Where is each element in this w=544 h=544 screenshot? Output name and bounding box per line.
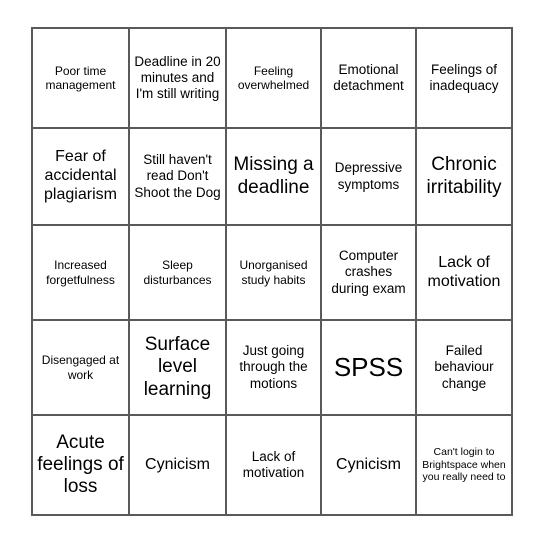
bingo-cell-r5c4[interactable]: Cynicism bbox=[322, 416, 417, 516]
bingo-cell-label: Just going through the motions bbox=[239, 343, 308, 391]
bingo-cell-label: Acute feelings of loss bbox=[37, 431, 124, 498]
bingo-cell-label: Failed behaviour change bbox=[434, 343, 494, 391]
bingo-cell-r3c2[interactable]: Sleep disturbances bbox=[130, 226, 227, 321]
bingo-cell-label: Depressive symptoms bbox=[334, 160, 403, 192]
bingo-cell-label: Disengaged at work bbox=[41, 353, 120, 382]
bingo-cell-r1c2[interactable]: Deadline in 20 minutes and I'm still wri… bbox=[130, 29, 227, 129]
bingo-cell-r4c5[interactable]: Failed behaviour change bbox=[417, 321, 513, 416]
bingo-cell-r5c2[interactable]: Cynicism bbox=[130, 416, 227, 516]
bingo-cell-label: Still haven't read Don't Shoot the Dog bbox=[134, 152, 221, 200]
bingo-cell-label: Computer crashes during exam bbox=[331, 248, 406, 296]
bingo-cell-r4c1[interactable]: Disengaged at work bbox=[33, 321, 130, 416]
bingo-cell-label: SPSS bbox=[333, 351, 404, 382]
bingo-cell-label: Poor time management bbox=[45, 63, 116, 92]
bingo-cell-label: Deadline in 20 minutes and I'm still wri… bbox=[134, 53, 221, 102]
bingo-cell-r4c2[interactable]: Surface level learning bbox=[130, 321, 227, 416]
bingo-cell-r2c5[interactable]: Chronic irritability bbox=[417, 129, 513, 226]
bingo-cell-r1c1[interactable]: Poor time management bbox=[33, 29, 130, 129]
bingo-cell-label: Feelings of inadequacy bbox=[429, 61, 499, 93]
bingo-cell-label: Lack of motivation bbox=[427, 253, 501, 290]
bingo-cell-r4c3[interactable]: Just going through the motions bbox=[227, 321, 322, 416]
bingo-cell-r3c3[interactable]: Unorganised study habits bbox=[227, 226, 322, 321]
bingo-cell-r1c3[interactable]: Feeling overwhelmed bbox=[227, 29, 322, 129]
bingo-cell-label: Sleep disturbances bbox=[143, 258, 212, 287]
bingo-cell-label: Unorganised study habits bbox=[239, 258, 308, 287]
bingo-cell-label: Cynicism bbox=[145, 455, 210, 473]
bingo-cell-r5c5[interactable]: Can't login to Brightspace when you real… bbox=[417, 416, 513, 516]
bingo-cell-label: Increased forgetfulness bbox=[46, 258, 115, 287]
bingo-cell-label: Fear of accidental plagiarism bbox=[44, 148, 117, 203]
bingo-cell-r1c4[interactable]: Emotional detachment bbox=[322, 29, 417, 129]
bingo-cell-label: Lack of motivation bbox=[242, 448, 305, 480]
bingo-cell-r4c4[interactable]: SPSS bbox=[322, 321, 417, 416]
bingo-cell-label: Missing a deadline bbox=[233, 154, 314, 198]
bingo-cell-r5c3[interactable]: Lack of motivation bbox=[227, 416, 322, 516]
bingo-cell-r2c2[interactable]: Still haven't read Don't Shoot the Dog bbox=[130, 129, 227, 226]
bingo-cell-label: Can't login to Brightspace when you real… bbox=[422, 445, 506, 484]
bingo-cell-r5c1[interactable]: Acute feelings of loss bbox=[33, 416, 130, 516]
bingo-cell-label: Emotional detachment bbox=[333, 61, 404, 93]
bingo-cell-r1c5[interactable]: Feelings of inadequacy bbox=[417, 29, 513, 129]
bingo-cell-r3c1[interactable]: Increased forgetfulness bbox=[33, 226, 130, 321]
bingo-card-grid: Poor time management Deadline in 20 minut… bbox=[31, 27, 513, 516]
bingo-cell-label: Feeling overwhelmed bbox=[237, 63, 310, 92]
bingo-cell-r3c4[interactable]: Computer crashes during exam bbox=[322, 226, 417, 321]
bingo-cell-r2c3[interactable]: Missing a deadline bbox=[227, 129, 322, 226]
bingo-cell-label: Surface level learning bbox=[143, 334, 212, 400]
bingo-cell-label: Chronic irritability bbox=[426, 154, 502, 198]
bingo-cell-r2c4[interactable]: Depressive symptoms bbox=[322, 129, 417, 226]
bingo-cell-r2c1[interactable]: Fear of accidental plagiarism bbox=[33, 129, 130, 226]
bingo-cell-r3c5[interactable]: Lack of motivation bbox=[417, 226, 513, 321]
bingo-cell-label: Cynicism bbox=[336, 455, 401, 473]
